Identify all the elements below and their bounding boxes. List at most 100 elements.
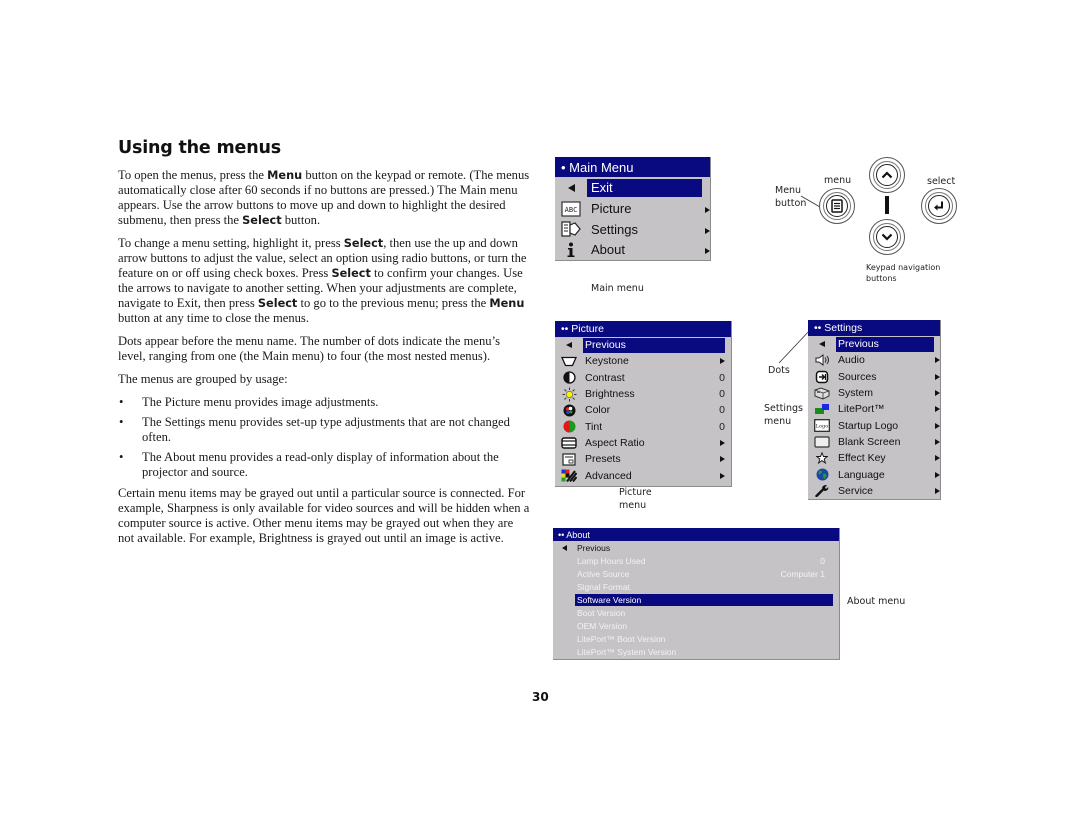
about-menu-item-liteport-boot-version: LitePort™ Boot Version (577, 633, 666, 644)
keystone-icon (555, 356, 583, 367)
chevron-up-icon (876, 164, 898, 186)
submenu-arrow-icon (920, 436, 940, 448)
bullet: • (119, 450, 124, 464)
picture-menu-item-advanced[interactable]: Advanced (555, 467, 731, 483)
paragraph-grouped: The menus are grouped by usage: (118, 372, 288, 386)
settings-menu-item-service[interactable]: Service (808, 483, 940, 499)
menu-list-icon (826, 195, 848, 217)
aspect-ratio-icon (555, 437, 583, 449)
back-arrow-icon (553, 544, 575, 551)
settings-menu-item-effect-key[interactable]: Effect Key (808, 450, 940, 466)
blank-screen-icon (808, 436, 836, 448)
submenu-arrow-icon (684, 222, 710, 237)
keypad-menu-label: menu (824, 175, 852, 186)
settings-menu-title: •• Settings (808, 320, 940, 336)
color-icon (555, 404, 583, 417)
paragraph-change-settings: To change a menu setting, highlight it, … (118, 236, 527, 325)
submenu-arrow-icon (920, 469, 940, 481)
picture-menu-item-aspect-ratio[interactable]: Aspect Ratio (555, 435, 731, 451)
back-arrow-icon (555, 342, 583, 349)
info-icon (555, 242, 587, 258)
sources-icon (808, 370, 836, 384)
bold-term: Menu (267, 169, 303, 182)
picture-menu-item-brightness[interactable]: Brightness 0 (555, 386, 731, 402)
main-menu-item-picture[interactable]: ABC Picture (555, 199, 710, 220)
bullet: • (119, 395, 124, 409)
up-button[interactable] (869, 157, 905, 193)
submenu-arrow-icon (705, 470, 731, 482)
bold-term: Select (257, 297, 298, 310)
picture-menu-item-previous[interactable]: Previous (555, 337, 731, 353)
settings-icon (555, 221, 587, 237)
system-icon (808, 387, 836, 400)
settings-menu-item-system[interactable]: System (808, 385, 940, 401)
bold-term: Select (331, 267, 371, 280)
submenu-arrow-icon (705, 453, 731, 465)
star-icon (808, 452, 836, 465)
chevron-down-icon (876, 226, 898, 248)
main-menu-panel: • Main Menu Exit ABC Picture Settings Ab… (555, 157, 711, 261)
bullet: • (119, 415, 124, 429)
bold-term: Select (242, 214, 282, 227)
page-heading: Using the menus (118, 138, 281, 158)
menu-group-list: • The Picture menu provides image adjustm… (118, 395, 530, 480)
menu-button[interactable] (819, 188, 855, 224)
list-item: • The Settings menu provides set-up type … (119, 415, 510, 444)
back-arrow-icon (808, 341, 836, 348)
settings-menu-panel: •• Settings Previous Audio Sources Syste… (808, 320, 941, 500)
about-menu-item-software-version[interactable]: Software Version (553, 593, 839, 606)
submenu-arrow-icon (920, 452, 940, 464)
page-number: 30 (532, 690, 549, 704)
about-menu-panel: •• About Previous Lamp Hours Used 0 Acti… (553, 528, 840, 660)
paragraph-dots: Dots appear before the menu name. The nu… (118, 334, 501, 363)
settings-menu-item-audio[interactable]: Audio (808, 352, 940, 368)
wrench-icon (808, 484, 836, 498)
paragraph-grayed-items: Certain menu items may be grayed out unt… (118, 486, 530, 545)
startup-logo-icon: Logo (808, 419, 836, 433)
main-menu-item-exit[interactable]: Exit (555, 178, 710, 199)
submenu-arrow-icon (920, 387, 940, 399)
about-menu-title: •• About (553, 528, 839, 541)
select-button[interactable] (921, 188, 957, 224)
about-menu-item-boot-version: Boot Version (577, 607, 626, 618)
keypad-select-label: select (927, 176, 956, 187)
settings-menu-item-blank-screen[interactable]: Blank Screen (808, 434, 940, 450)
submenu-arrow-icon (920, 354, 940, 366)
about-menu-item-previous[interactable]: Previous (553, 541, 839, 554)
about-menu-item-signal-format: Signal Format (577, 581, 630, 592)
picture-menu-panel: •• Picture Previous Keystone Contrast 0 … (555, 321, 732, 487)
settings-menu-item-sources[interactable]: Sources (808, 369, 940, 385)
presets-icon (555, 453, 583, 466)
globe-icon (808, 468, 836, 481)
picture-menu-item-contrast[interactable]: Contrast 0 (555, 370, 731, 386)
settings-menu-item-liteport[interactable]: LitePort™ (808, 401, 940, 417)
about-menu-item-lamp-hours: Lamp Hours Used 0 (577, 555, 825, 566)
bold-term: Select (343, 237, 384, 250)
picture-menu-caption: Picture menu (619, 487, 652, 511)
svg-text:ABC: ABC (565, 206, 578, 214)
main-menu-item-settings[interactable]: Settings (555, 219, 710, 240)
down-button[interactable] (869, 219, 905, 255)
logo-glyph: Logo (816, 424, 829, 430)
settings-menu-item-startup-logo[interactable]: Logo Startup Logo (808, 417, 940, 433)
main-menu-item-about[interactable]: About (555, 240, 710, 261)
submenu-arrow-icon (705, 437, 731, 449)
body-text: To open the menus, press the Menu button… (118, 168, 530, 554)
abc-picture-icon: ABC (555, 201, 587, 217)
list-item: • The About menu provides a read-only dis… (119, 450, 499, 479)
about-menu-item-active-source: Active Source Computer 1 (577, 568, 825, 579)
dots-caption: Dots (768, 365, 790, 376)
settings-menu-item-language[interactable]: Language (808, 466, 940, 482)
picture-menu-item-tint[interactable]: Tint 0 (555, 418, 731, 434)
picture-menu-item-presets[interactable]: Presets (555, 451, 731, 467)
picture-menu-item-color[interactable]: Color 0 (555, 402, 731, 418)
submenu-arrow-icon (920, 371, 940, 383)
submenu-arrow-icon (920, 403, 940, 415)
settings-menu-item-previous[interactable]: Previous (808, 336, 940, 352)
enter-icon (928, 195, 950, 217)
submenu-arrow-icon (920, 485, 940, 497)
submenu-arrow-icon (684, 242, 710, 257)
tint-icon (555, 420, 583, 433)
picture-menu-item-keystone[interactable]: Keystone (555, 353, 731, 369)
picture-menu-title: •• Picture (555, 321, 731, 337)
